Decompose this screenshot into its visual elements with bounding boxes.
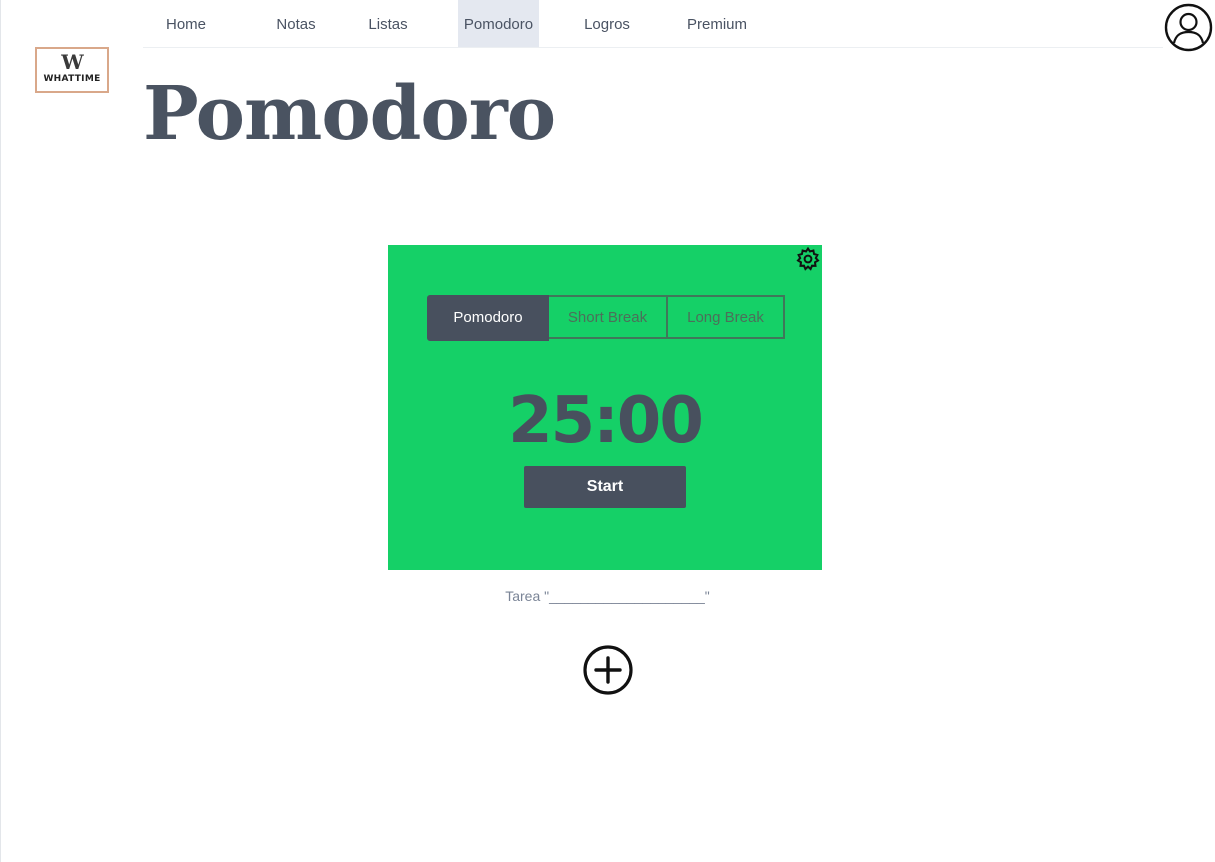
nav-item-listas[interactable]: Listas <box>367 0 409 47</box>
tab-pomodoro[interactable]: Pomodoro <box>427 295 549 341</box>
timer-display: 25:00 <box>508 384 704 458</box>
logo-text: WHATTIME <box>43 74 101 84</box>
user-circle-icon[interactable] <box>1164 3 1213 52</box>
mode-tabs: Pomodoro Short Break Long Break <box>427 295 785 341</box>
tab-long-break[interactable]: Long Break <box>668 295 785 339</box>
task-label: Tarea "____________________" <box>505 588 710 604</box>
plus-circle-icon[interactable] <box>582 644 634 696</box>
timer-card: Pomodoro Short Break Long Break 25:00 St… <box>388 245 822 570</box>
nav-item-notas[interactable]: Notas <box>274 0 318 47</box>
page-title: Pomodoro <box>143 71 556 157</box>
top-nav: Home Notas Listas Pomodoro Logros Premiu… <box>143 0 1163 48</box>
tab-short-break[interactable]: Short Break <box>549 295 668 339</box>
logo[interactable]: W WHATTIME <box>35 47 109 93</box>
nav-item-premium[interactable]: Premium <box>685 0 749 47</box>
logo-mark: W <box>61 50 83 74</box>
nav-item-pomodoro[interactable]: Pomodoro <box>458 0 539 47</box>
start-button[interactable]: Start <box>524 466 686 508</box>
nav-item-home[interactable]: Home <box>163 0 209 47</box>
nav-item-logros[interactable]: Logros <box>583 0 631 47</box>
gear-icon[interactable] <box>794 245 822 273</box>
